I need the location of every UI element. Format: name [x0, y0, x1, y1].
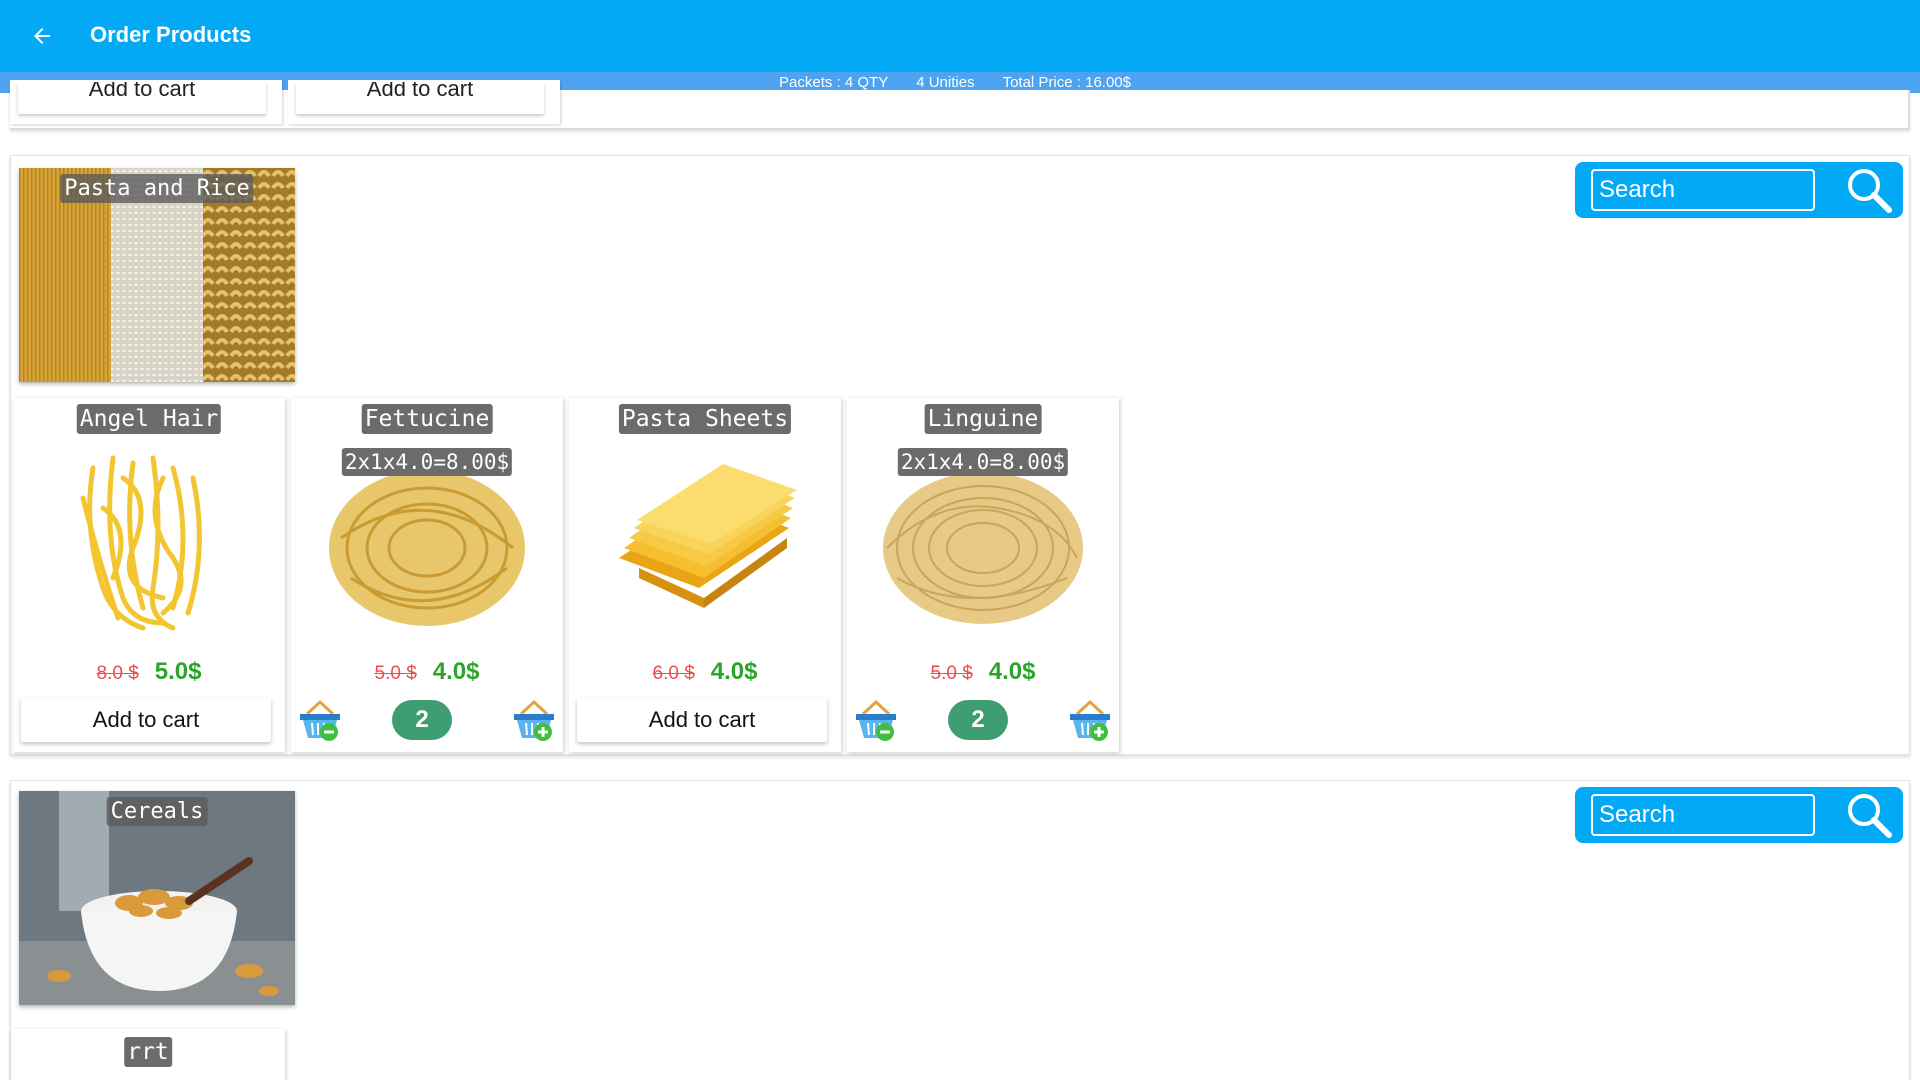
category-image-pasta-and-rice[interactable]: Pasta and Rice [19, 168, 295, 382]
line-total: 2x1x4.0=8.00$ [897, 448, 1069, 476]
quantity-stepper: 2 [291, 696, 563, 744]
arrow-left-icon [34, 28, 50, 44]
basket-plus-icon[interactable] [1067, 698, 1113, 742]
new-price: 4.0$ [988, 658, 1036, 685]
product-name: Linguine [924, 404, 1042, 434]
angel-hair-image [80, 455, 202, 631]
product-name: Pasta Sheets [618, 404, 792, 434]
total-price: Total Price : 16.00$ [1002, 74, 1131, 91]
quantity-stepper: 2 [847, 696, 1119, 744]
product-name: rrt [124, 1037, 172, 1067]
add-to-cart-button[interactable]: Add to cart [577, 698, 827, 742]
add-to-cart-button[interactable]: Add to cart [18, 82, 266, 114]
category-image-cereals[interactable]: Cereals [19, 791, 295, 1005]
search-icon[interactable] [1845, 166, 1893, 214]
pasta-sheets-image [619, 464, 797, 608]
line-total: 2x1x4.0=8.00$ [341, 448, 513, 476]
basket-plus-icon[interactable] [511, 698, 557, 742]
old-price: 6.0 $ [652, 663, 695, 684]
old-price: 8.0 $ [96, 663, 139, 684]
search-box [1575, 162, 1903, 218]
product-name: Angel Hair [76, 404, 222, 434]
product-card-angel-hair: Angel Hair 8.0 $ 5.0$ Add to cart [13, 398, 285, 752]
add-to-cart-button[interactable]: Add to cart [296, 82, 544, 114]
basket-minus-icon[interactable] [297, 698, 343, 742]
page-title: Order Products [90, 22, 252, 47]
search-icon[interactable] [1845, 791, 1893, 839]
new-price: 5.0$ [154, 658, 202, 685]
unities-count: 4 Unities [916, 74, 975, 91]
back-button[interactable] [22, 16, 62, 56]
product-card-pasta-sheets: Pasta Sheets 6.0 $ 4.0$ Add to cart [569, 398, 841, 752]
new-price: 4.0$ [710, 658, 758, 685]
quantity-badge: 2 [392, 700, 452, 740]
search-box [1575, 787, 1903, 843]
category-section-cereals: Cereals rrt [10, 780, 1910, 1080]
product-card: Add to cart [10, 80, 282, 124]
product-card-rrt: rrt [11, 1029, 285, 1080]
old-price: 5.0 $ [930, 663, 973, 684]
app-bar: Order Products [0, 0, 1920, 72]
product-card-fettucine: Fettucine 2x1x4.0=8.00$ 5.0 $ 4.0$ 2 [291, 398, 563, 752]
category-section-pasta-and-rice: Pasta and Rice Angel Hair [10, 155, 1910, 755]
quantity-badge: 2 [948, 700, 1008, 740]
product-name: Fettucine [361, 404, 493, 434]
product-card: Add to cart [288, 80, 560, 124]
add-to-cart-button[interactable]: Add to cart [21, 698, 271, 742]
search-input[interactable] [1591, 169, 1815, 211]
product-card-linguine: Linguine 2x1x4.0=8.00$ 5.0 $ 4.0$ 2 [847, 398, 1119, 752]
new-price: 4.0$ [432, 658, 480, 685]
old-price: 5.0 $ [374, 663, 417, 684]
packets-count: Packets : 4 QTY [779, 74, 889, 91]
basket-minus-icon[interactable] [853, 698, 899, 742]
previous-category-section: Add to cart Add to cart [10, 80, 1910, 130]
category-label: Pasta and Rice [60, 174, 254, 203]
category-label: Cereals [106, 797, 208, 826]
search-input[interactable] [1591, 794, 1815, 836]
